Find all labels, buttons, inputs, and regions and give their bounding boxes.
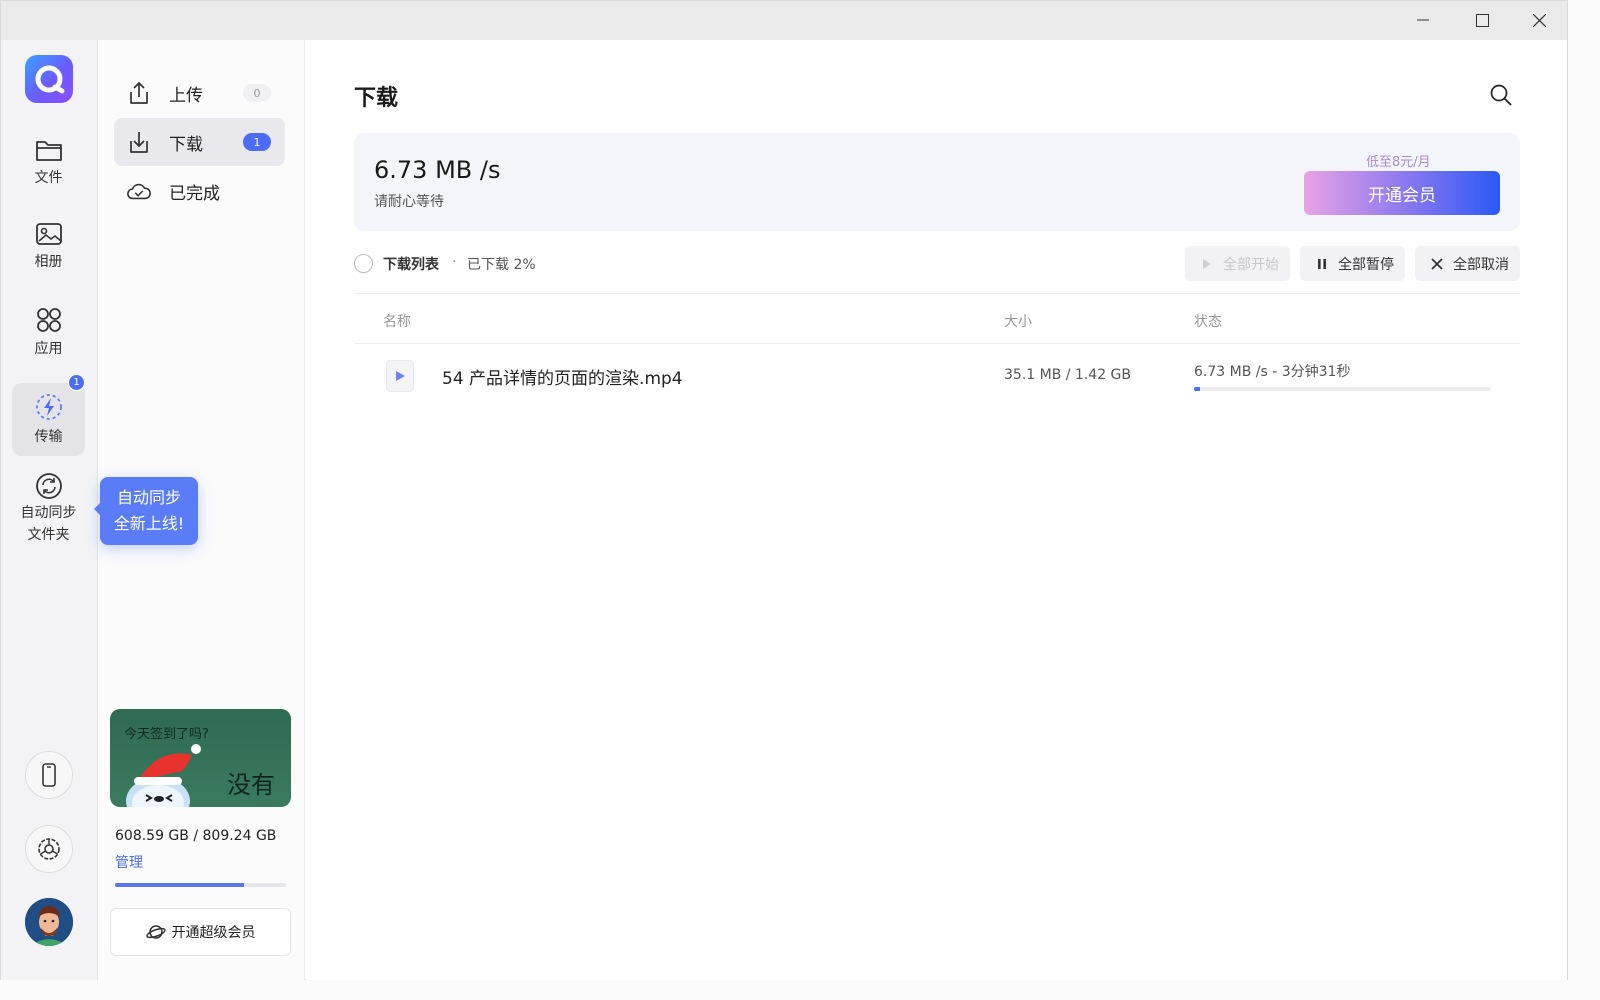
start-all-button[interactable]: 全部开始 [1185,246,1290,281]
manage-storage-link[interactable]: 管理 [115,852,143,872]
left-rail: 文件 相册 应用 传输 1 自动同步 文件夹 [1,40,98,980]
minimize-icon [1417,19,1429,21]
nav-item-download[interactable]: 下载 1 [114,118,285,166]
close-button[interactable] [1517,7,1561,33]
pause-all-button[interactable]: 全部暂停 [1300,246,1405,281]
file-progress-fill [1194,387,1200,391]
search-icon [1490,84,1512,106]
avatar[interactable] [25,898,73,946]
select-all-checkbox[interactable] [354,254,373,273]
cancel-all-button[interactable]: 全部取消 [1415,246,1520,281]
checkin-answer: 没有 [227,771,275,799]
search-button[interactable] [1486,80,1516,110]
rail-label: 文件 [34,170,63,186]
close-icon [1532,13,1546,27]
penguin-santa-icon [126,744,201,807]
title-bar [1,1,1567,40]
rail-label: 传输 [34,429,63,445]
open-super-vip-button[interactable]: 开通超级会员 [110,908,291,956]
settings-button[interactable] [25,825,73,873]
maximize-button[interactable] [1460,7,1504,33]
rail-item-album[interactable]: 相册 [12,221,85,283]
tooltip-line1: 自动同步 [116,488,181,507]
column-header-size[interactable]: 大小 [1004,311,1032,331]
upload-icon [126,80,152,106]
storage-progress-bar [115,883,286,887]
nav-label: 上传 [169,85,203,106]
column-header-status[interactable]: 状态 [1194,311,1222,331]
download-count-badge: 1 [243,133,271,151]
planet-icon [145,925,166,939]
upload-count-badge: 0 [243,84,271,102]
file-status: 6.73 MB /s - 3分钟31秒 [1194,364,1351,380]
app-logo[interactable] [25,55,73,103]
main-content: 下载 6.73 MB /s 请耐心等待 低至8元/月 开通会员 下载列表 · 已… [306,40,1567,980]
video-file-icon [386,360,414,392]
rail-label-line1: 自动同步 [20,505,77,521]
settings-icon [38,838,60,860]
minimize-button[interactable] [1401,7,1445,33]
speed-hint: 请耐心等待 [374,194,444,210]
nav-item-completed[interactable]: 已完成 [114,167,285,215]
maximize-icon [1475,13,1489,27]
transfer-lightning-icon [35,394,62,420]
storage-progress-fill [115,883,244,887]
cancel-all-label: 全部取消 [1453,256,1509,273]
rail-item-auto-sync[interactable]: 自动同步 文件夹 [12,472,85,550]
file-size: 35.1 MB / 1.42 GB [1004,367,1131,383]
rail-label-line2: 文件夹 [27,527,70,543]
file-progress-bar [1194,387,1491,391]
phone-icon [42,763,56,787]
checkin-question: 今天签到了吗? [124,727,209,742]
open-vip-button[interactable]: 开通会员 [1304,171,1500,215]
tooltip-line2: 全新上线! [113,514,185,533]
transfer-badge: 1 [68,374,85,391]
play-icon [1197,258,1217,270]
speed-panel: 6.73 MB /s 请耐心等待 低至8元/月 开通会员 [354,133,1520,231]
app-window: 文件 相册 应用 传输 1 自动同步 文件夹 自动同步 全新上线! 上传 0 下… [0,0,1568,980]
nav-label: 下载 [169,134,203,155]
pause-icon [1312,258,1332,270]
start-all-label: 全部开始 [1223,256,1279,273]
rail-item-transfer[interactable]: 传输 1 [12,374,85,456]
logo-icon [35,65,65,94]
auto-sync-tooltip: 自动同步 全新上线! [94,477,198,545]
rail-label: 相册 [34,254,63,270]
photo-album-icon [35,223,62,245]
sync-icon [35,473,62,499]
download-speed: 6.73 MB /s [374,156,501,184]
apps-grid-icon [36,308,61,332]
vip-button-label: 开通超级会员 [171,925,256,941]
rail-item-apps[interactable]: 应用 [12,306,85,368]
download-icon [126,129,152,155]
page-title: 下载 [354,86,399,111]
list-progress: 已下载 2% [467,257,536,273]
vip-price-note: 低至8元/月 [1366,155,1431,170]
checkin-card[interactable]: 今天签到了吗? 没有 [110,709,291,807]
storage-usage-text: 608.59 GB / 809.24 GB [115,828,277,844]
pause-all-label: 全部暂停 [1338,256,1394,273]
nav-label: 已完成 [169,183,220,204]
list-separator: · [452,254,457,270]
list-title: 下载列表 [383,257,439,273]
download-list-toolbar: 下载列表 · 已下载 2% 全部开始 全部暂停 全部取消 [354,246,1520,282]
folder-icon [35,141,62,161]
user-avatar-icon [25,898,73,946]
nav-item-upload[interactable]: 上传 0 [114,69,285,117]
rail-label: 应用 [34,341,63,357]
column-header-name[interactable]: 名称 [383,311,411,331]
rail-item-files[interactable]: 文件 [12,137,85,199]
table-row[interactable]: 54 产品详情的页面的渲染.mp4 35.1 MB / 1.42 GB 6.73… [354,344,1520,408]
divider [354,293,1520,294]
cancel-icon [1427,257,1447,270]
cloud-done-icon [126,178,152,204]
phone-button[interactable] [25,751,73,799]
file-name: 54 产品详情的页面的渲染.mp4 [442,369,683,389]
